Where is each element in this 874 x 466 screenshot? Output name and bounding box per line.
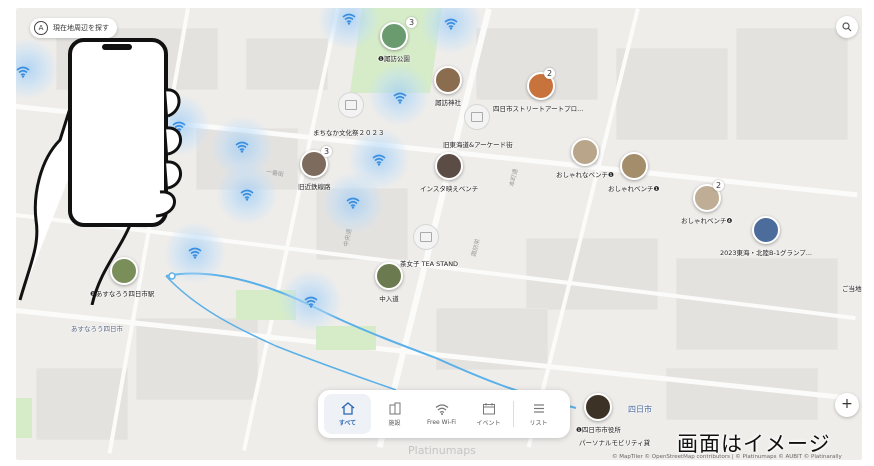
- poi-photo: [434, 66, 462, 94]
- poi-label: おしゃれなベンチ❶: [556, 171, 614, 179]
- wifi-icon[interactable]: [346, 197, 360, 209]
- poi-label: 2023東海・北陸B-1グランプ...: [720, 249, 812, 257]
- poi-label: ご当地物: [842, 285, 862, 293]
- poi-photo: [570, 138, 599, 166]
- poi-label: おしゃれベンチ❶: [608, 185, 660, 193]
- poi-pin[interactable]: 四日市ストリートアートプロ...: [493, 72, 583, 113]
- building-icon: [389, 402, 400, 414]
- photo-placeholder-icon: [420, 232, 432, 242]
- pin-label: 茶女子 TEA STAND: [400, 260, 459, 268]
- wifi-icon: [435, 403, 448, 415]
- poi-pin[interactable]: おしゃれベンチ❶: [608, 152, 659, 193]
- poi-pin[interactable]: おしゃれなベンチ❶: [556, 138, 614, 179]
- poi-photo: [619, 152, 648, 180]
- pin-count-badge: 2: [713, 180, 724, 191]
- photo-placeholder-icon: [345, 100, 357, 110]
- gray-pin[interactable]: [338, 92, 364, 118]
- poi-pin[interactable]: ❶四日市市役所: [576, 393, 621, 434]
- poi-pin[interactable]: 中入道: [375, 262, 403, 303]
- poi-label: 旧近鉄線路: [298, 183, 331, 191]
- poi-photo: [752, 216, 780, 244]
- pin-label: 旧東海道&アーケード街: [443, 141, 513, 149]
- wifi-icon[interactable]: [342, 13, 356, 25]
- nav-all[interactable]: すべて: [324, 394, 371, 434]
- nav-events[interactable]: イベント: [465, 394, 512, 434]
- wifi-icon[interactable]: [240, 189, 254, 201]
- wifi-icon[interactable]: [372, 154, 386, 166]
- bottom-nav-bar: すべて 施設 Free Wi-Fi イベント リスト: [318, 390, 570, 438]
- wifi-icon[interactable]: [304, 296, 318, 308]
- poi-label: ❶四日市市役所: [576, 426, 621, 434]
- poi-pin[interactable]: 諏訪神社: [434, 66, 462, 107]
- app-screen: 一番街 本町通 中央通 諏訪栄 まちなか文化祭２０２３ 旧東海道&アーケード街 …: [0, 0, 874, 466]
- home-icon: [341, 401, 354, 415]
- calendar-icon: [482, 402, 495, 414]
- poi-label: インスタ映えベンチ: [420, 185, 479, 193]
- poi-label: パーソナルモビリティ貸: [579, 439, 651, 447]
- nav-list[interactable]: リスト: [515, 394, 562, 434]
- poi-label: ❶諏訪公園: [378, 55, 410, 63]
- image-disclaimer: 画面はイメージ: [677, 432, 831, 456]
- gray-pin[interactable]: [413, 224, 439, 250]
- nav-facilities[interactable]: 施設: [371, 394, 418, 434]
- wifi-icon[interactable]: [393, 92, 407, 104]
- search-button[interactable]: [836, 16, 858, 38]
- poi-pin[interactable]: インスタ映えベンチ: [420, 152, 478, 193]
- search-icon: [842, 22, 852, 32]
- poi-photo: [379, 22, 408, 50]
- pin-count-badge: 2: [544, 68, 555, 79]
- nav-label: 施設: [388, 419, 401, 427]
- nav-label: すべて: [338, 419, 357, 427]
- poi-photo: [435, 152, 464, 180]
- poi-label: 諏訪神社: [435, 99, 461, 107]
- list-icon: [533, 403, 544, 413]
- poi-pin[interactable]: 2023東海・北陸B-1グランプ...: [720, 216, 812, 257]
- poi-label: 中入道: [379, 295, 399, 303]
- nav-label: Free Wi-Fi: [427, 418, 456, 426]
- pin-count-badge: 3: [321, 146, 332, 157]
- poi-pin[interactable]: ❶諏訪公園: [378, 22, 410, 63]
- sign-label: 四日市: [628, 405, 652, 414]
- wifi-icon[interactable]: [444, 18, 458, 30]
- station-label: あすなろう四日市: [71, 325, 123, 333]
- platinumaps-watermark: Platinumaps: [408, 444, 476, 457]
- nav-divider: [513, 401, 514, 427]
- pin-label: まちなか文化祭２０２３: [313, 129, 385, 137]
- poi-label: 四日市ストリートアートプロ...: [493, 105, 584, 113]
- wifi-icon[interactable]: [235, 141, 249, 153]
- hand-holding-phone-illustration: [18, 38, 182, 305]
- photo-placeholder-icon: [471, 112, 483, 122]
- poi-photo: [584, 393, 613, 421]
- zoom-in-button[interactable]: +: [835, 393, 859, 417]
- poi-photo: [375, 262, 403, 290]
- pin-count-badge: 3: [406, 17, 417, 28]
- nav-label: イベント: [476, 419, 501, 427]
- nav-label: リスト: [529, 419, 548, 427]
- nav-free-wifi[interactable]: Free Wi-Fi: [418, 394, 465, 434]
- gray-pin[interactable]: [464, 104, 490, 130]
